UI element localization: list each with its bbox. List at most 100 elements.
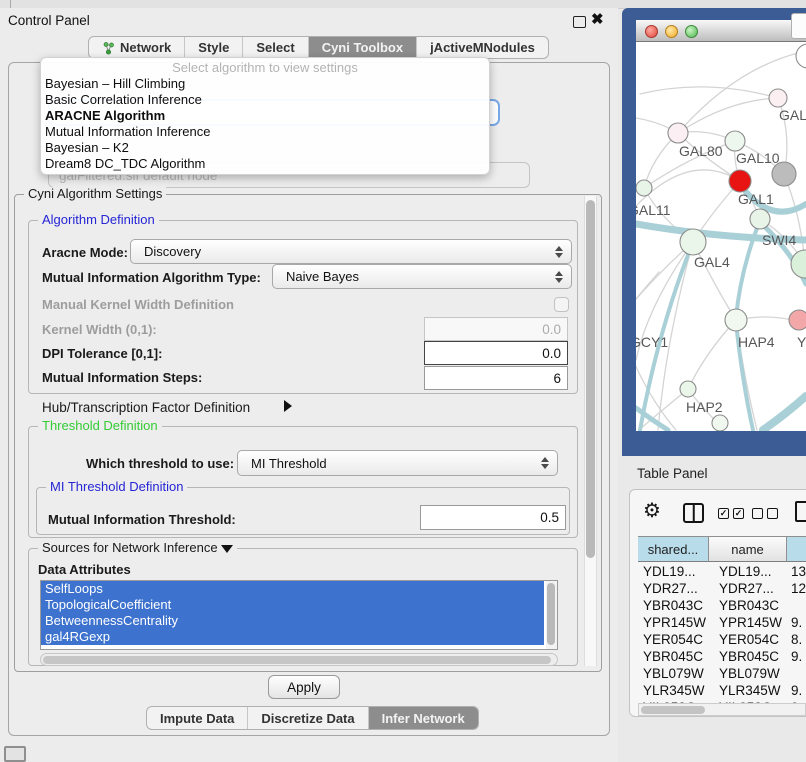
apply-button[interactable]: Apply	[268, 675, 340, 699]
network-node-top-edge[interactable]	[796, 44, 806, 68]
window-zoom-button[interactable]	[685, 25, 698, 38]
node-label: GAL4	[694, 254, 730, 270]
table-row[interactable]: YPR145WYPR145W9.	[638, 614, 806, 631]
which-threshold-select[interactable]: MI Threshold	[237, 450, 558, 476]
network-node-salmon-node[interactable]	[789, 310, 806, 330]
network-node-HAP4[interactable]	[725, 309, 747, 331]
table-row[interactable]: YBR045CYBR045C9.	[638, 648, 806, 665]
node-label: GAL	[779, 107, 806, 123]
data-attribute-item[interactable]: BetweennessCentrality	[41, 613, 544, 629]
network-node-gal-pink[interactable]	[769, 89, 787, 107]
table-cell: YDL19...	[709, 564, 787, 579]
algorithm-option[interactable]: Basic Correlation Inference	[41, 92, 489, 108]
table-row[interactable]: YER054CYER054C8.	[638, 631, 806, 648]
algorithm-option[interactable]: Bayesian – Hill Climbing	[41, 76, 489, 92]
control-panel-title: Control Panel	[8, 13, 90, 28]
table-hscrollbar-thumb[interactable]	[641, 706, 705, 714]
aracne-mode-select[interactable]: Discovery	[130, 239, 572, 264]
window-minimize-button[interactable]	[665, 25, 678, 38]
table-row[interactable]: YLR345WYLR345W9.	[638, 682, 806, 699]
kernel-width-field[interactable]: 0.0	[424, 317, 568, 341]
tab-impute-data[interactable]: Impute Data	[147, 707, 248, 729]
algorithm-option[interactable]: Bayesian – K2	[41, 140, 489, 156]
mi-steps-value: 6	[553, 371, 561, 386]
tab-discretize-data[interactable]: Discretize Data	[248, 707, 368, 729]
table-row[interactable]: YBL079WYBL079W	[638, 665, 806, 682]
network-canvas[interactable]: GALGAL80GAL10GAL1GAL11SWI4GAL4GCY1HAP4YH…	[636, 42, 806, 431]
list-scrollbar-thumb[interactable]	[547, 583, 555, 645]
node-label: GCY1	[636, 334, 668, 350]
mi-threshold-label: Mutual Information Threshold:	[48, 512, 236, 527]
aracne-mode-label: Aracne Mode:	[42, 245, 128, 260]
cyni-bottom-tabs: Impute Data Discretize Data Infer Networ…	[146, 706, 479, 730]
tab-jactivemnodules[interactable]: jActiveMNodules	[417, 37, 548, 58]
sources-group-title[interactable]: Sources for Network Inference	[38, 541, 237, 555]
float-window-icon[interactable]	[573, 16, 586, 28]
node-label: GAL10	[736, 150, 780, 166]
which-threshold-label: Which threshold to use:	[86, 456, 234, 471]
gear-icon[interactable]: ⚙	[643, 501, 661, 521]
tab-network[interactable]: Network	[89, 37, 185, 58]
data-attribute-item[interactable]: gal4RGexp	[41, 629, 544, 645]
table-cell: 9.	[787, 683, 802, 698]
tab-infer-network[interactable]: Infer Network	[369, 707, 478, 729]
dpi-tolerance-label: DPI Tolerance [0,1]:	[42, 346, 162, 361]
mi-algorithm-type-select[interactable]: Naive Bayes	[272, 264, 572, 289]
tab-style[interactable]: Style	[185, 37, 243, 58]
dpi-tolerance-field[interactable]: 0.0	[424, 341, 568, 365]
network-window-titlebar[interactable]	[636, 20, 806, 42]
application-root: Control Panel ✖ Network Style Select Cyn…	[0, 0, 806, 762]
column-header-clipped[interactable]	[787, 536, 806, 562]
table-cell: 8.	[787, 632, 802, 647]
network-node-GAL11[interactable]	[636, 180, 652, 196]
window-toolbar-control[interactable]	[791, 13, 806, 39]
mi-threshold-field[interactable]: 0.5	[420, 505, 566, 530]
collapse-down-arrow-icon[interactable]	[221, 545, 233, 553]
select-all-columns-icon[interactable]: ✓✓	[718, 508, 744, 519]
close-icon[interactable]: ✖	[591, 10, 604, 28]
mi-algorithm-type-value: Naive Bayes	[286, 269, 359, 284]
algorithm-definition-title: Algorithm Definition	[38, 213, 159, 227]
table-row[interactable]: YDR27...YDR27...12	[638, 580, 806, 597]
manual-kernel-width-checkbox[interactable]	[554, 297, 569, 312]
hub-definition-expander[interactable]: Hub/Transcription Factor Definition	[42, 400, 250, 415]
deselect-all-columns-icon[interactable]	[752, 508, 778, 519]
data-attribute-item[interactable]: TopologicalCoefficient	[41, 597, 544, 613]
network-node-GAL4[interactable]	[680, 229, 706, 255]
network-node-big-green[interactable]	[791, 250, 806, 278]
list-hscrollbar-thumb[interactable]	[43, 656, 551, 664]
column-header-shared-name[interactable]: shared...	[638, 536, 709, 562]
expand-right-arrow-icon[interactable]	[284, 400, 292, 412]
algorithm-option[interactable]: Dream8 DC_TDC Algorithm	[41, 156, 489, 172]
split-columns-icon[interactable]	[683, 503, 704, 523]
spinner-arrows-icon	[555, 271, 563, 283]
window-close-button[interactable]	[645, 25, 658, 38]
algorithm-option[interactable]: Mutual Information Inference	[41, 124, 489, 140]
algorithm-option[interactable]: ARACNE Algorithm	[41, 108, 489, 124]
minimized-panel-icon[interactable]	[4, 746, 26, 762]
network-node-HAP2[interactable]	[680, 381, 696, 397]
tab-cyni-toolbox[interactable]: Cyni Toolbox	[309, 37, 417, 58]
manual-kernel-width-label: Manual Kernel Width Definition	[42, 297, 234, 312]
network-node-SWI4[interactable]	[750, 209, 770, 229]
table-cell: YBL079W	[638, 666, 709, 681]
network-node-GAL80[interactable]	[668, 123, 688, 143]
table-row[interactable]: YDL19...YDL19...13	[638, 563, 806, 580]
toolbar-divider	[10, 0, 11, 8]
settings-group-title: Cyni Algorithm Settings	[24, 187, 166, 201]
network-node-bottom-node[interactable]	[712, 415, 728, 431]
network-node-GAL10[interactable]	[725, 131, 745, 151]
column-header-name[interactable]: name	[709, 536, 787, 562]
table-row[interactable]: YBR043CYBR043C	[638, 597, 806, 614]
table-cell: YBR043C	[709, 598, 787, 613]
network-node-GAL1[interactable]	[729, 170, 751, 192]
tab-label: Infer Network	[382, 711, 465, 726]
data-attribute-item[interactable]: SelfLoops	[41, 581, 544, 597]
mi-steps-field[interactable]: 6	[424, 366, 568, 390]
tab-label: Discretize Data	[261, 711, 354, 726]
network-edge	[678, 98, 778, 133]
settings-scrollbar-thumb[interactable]	[586, 200, 595, 558]
new-table-icon[interactable]	[795, 501, 806, 522]
tab-select[interactable]: Select	[243, 37, 308, 58]
node-label: Y	[797, 334, 806, 350]
